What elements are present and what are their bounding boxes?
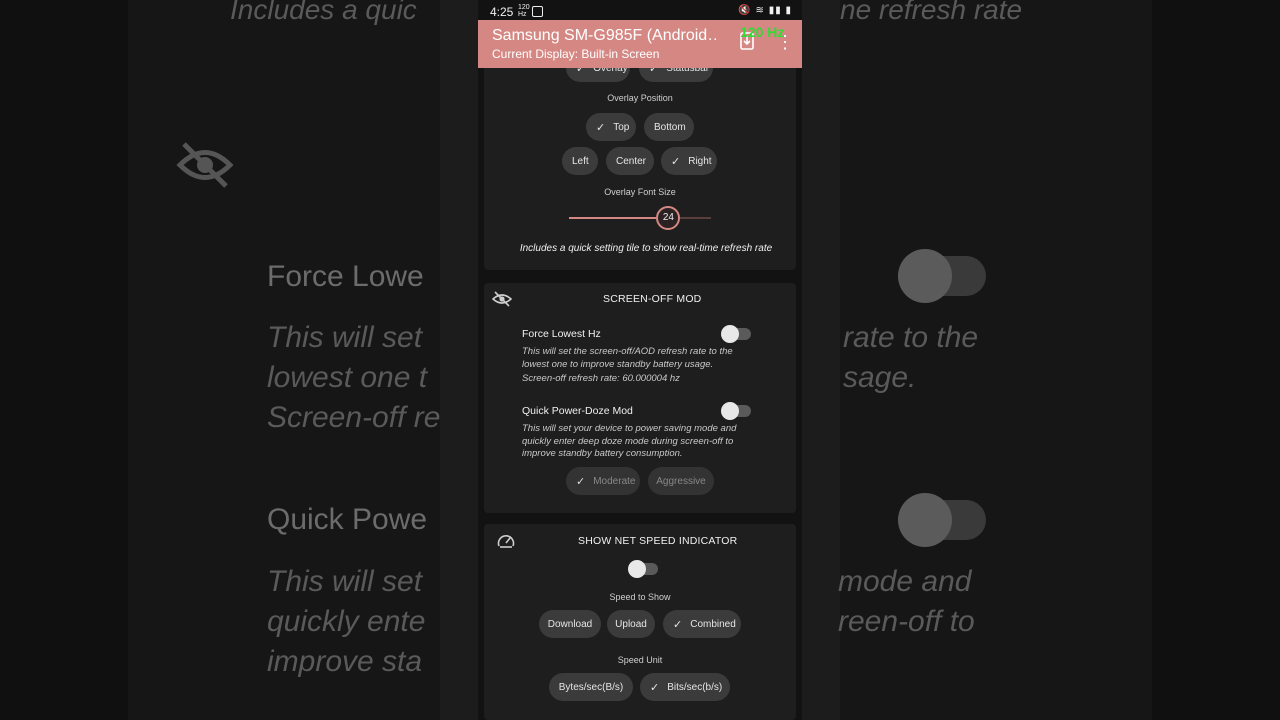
speed-to-show-label: Speed to Show <box>609 592 671 602</box>
check-icon: ✓ <box>596 121 606 134</box>
force-lowest-title: Force Lowest Hz <box>522 328 601 340</box>
speed-unit-label: Speed Unit <box>617 655 663 665</box>
bg-top-right-text: ne refresh rate <box>840 0 1023 25</box>
bg-heading-1: Force Lowe <box>267 260 424 293</box>
chip-moderate[interactable]: ✓ Moderate <box>566 467 640 495</box>
chip-upload[interactable]: Upload <box>607 610 655 638</box>
overlay-font-size-label: Overlay Font Size <box>604 187 676 197</box>
slider-track-inactive <box>680 217 711 219</box>
bg-heading-2: Quick Powe <box>267 503 428 536</box>
phone-screen: 4:25 120 Hz 🔇 ≋ ▮▮ ▮ ✓ Overlay ✓ Statusbar … <box>478 0 802 720</box>
current-display: Current Display: Built-in Screen <box>492 47 660 61</box>
status-bar: 4:25 120 Hz 🔇 ≋ ▮▮ ▮ <box>478 0 802 22</box>
screen-off-rate: Screen-off refresh rate: 60.000004 hz <box>522 373 680 384</box>
speedometer-icon <box>497 533 515 554</box>
chip-left[interactable]: Left <box>562 147 598 175</box>
bg-desc-2: This will set quickly ente improve sta <box>267 565 426 678</box>
chip-bytes[interactable]: Bytes/sec(B/s) <box>549 673 633 701</box>
overlay-position-label: Overlay Position <box>607 93 673 103</box>
status-icons: 🔇 ≋ ▮▮ ▮ <box>738 5 792 16</box>
force-lowest-switch[interactable] <box>721 325 751 343</box>
eye-off-icon <box>491 291 513 312</box>
slider-thumb[interactable]: 24 <box>656 206 681 230</box>
quick-doze-desc: This will set your device to power savin… <box>522 423 737 459</box>
check-icon: ✓ <box>671 155 681 168</box>
chip-top[interactable]: ✓ Top <box>586 113 636 141</box>
quick-tile-note: Includes a quick setting tile to show re… <box>519 243 773 254</box>
bg-desc-1: This will set lowest one t Screen-off re <box>267 321 441 434</box>
font-size-slider[interactable]: 24 <box>569 206 711 230</box>
chip-aggressive[interactable]: Aggressive <box>648 467 714 495</box>
bg-toggle-1 <box>898 249 986 303</box>
app-bar: Samsung SM-G985F (Android… Current Displ… <box>478 20 802 68</box>
screen-off-title: SCREEN-OFF MOD <box>603 293 702 305</box>
quick-doze-title: Quick Power-Doze Mod <box>522 405 633 417</box>
quick-doze-switch[interactable] <box>721 402 751 420</box>
screen-off-card: SCREEN-OFF MOD Force Lowest Hz This will… <box>484 283 796 513</box>
refresh-rate-mini: 120 Hz <box>518 4 530 18</box>
chip-bottom[interactable]: Bottom <box>644 113 694 141</box>
bg-eye-off-icon <box>176 140 234 195</box>
bg-top-left-text: Includes a quic <box>230 0 417 25</box>
status-time: 4:25 <box>490 5 514 19</box>
chip-right[interactable]: ✓ Right <box>661 147 717 175</box>
chip-download[interactable]: Download <box>539 610 601 638</box>
more-menu-icon[interactable]: ⋮ <box>776 32 794 53</box>
device-title: Samsung SM-G985F (Android… <box>492 27 717 44</box>
bg-right-2: mode and reen-off to <box>838 565 975 638</box>
net-speed-title: SHOW NET SPEED INDICATOR <box>578 535 738 547</box>
chip-bits[interactable]: ✓ Bits/sec(b/s) <box>640 673 730 701</box>
overlay-settings-card: ✓ Overlay ✓ Statusbar Overlay Position ✓ To… <box>484 48 796 270</box>
net-speed-switch[interactable] <box>628 560 658 578</box>
chip-combined[interactable]: ✓ Combined <box>663 610 741 638</box>
check-icon: ✓ <box>576 475 586 488</box>
screenshot-icon <box>532 6 543 17</box>
bg-right-1: rate to the sage. <box>843 321 979 394</box>
bg-toggle-2 <box>898 493 986 547</box>
slider-track-active <box>569 217 657 219</box>
check-icon: ✓ <box>673 618 683 631</box>
force-lowest-desc: This will set the screen-off/AOD refresh… <box>522 346 733 370</box>
check-icon: ✓ <box>650 681 660 694</box>
net-speed-card: SHOW NET SPEED INDICATOR Speed to Show D… <box>484 524 796 720</box>
chip-center[interactable]: Center <box>606 147 654 175</box>
